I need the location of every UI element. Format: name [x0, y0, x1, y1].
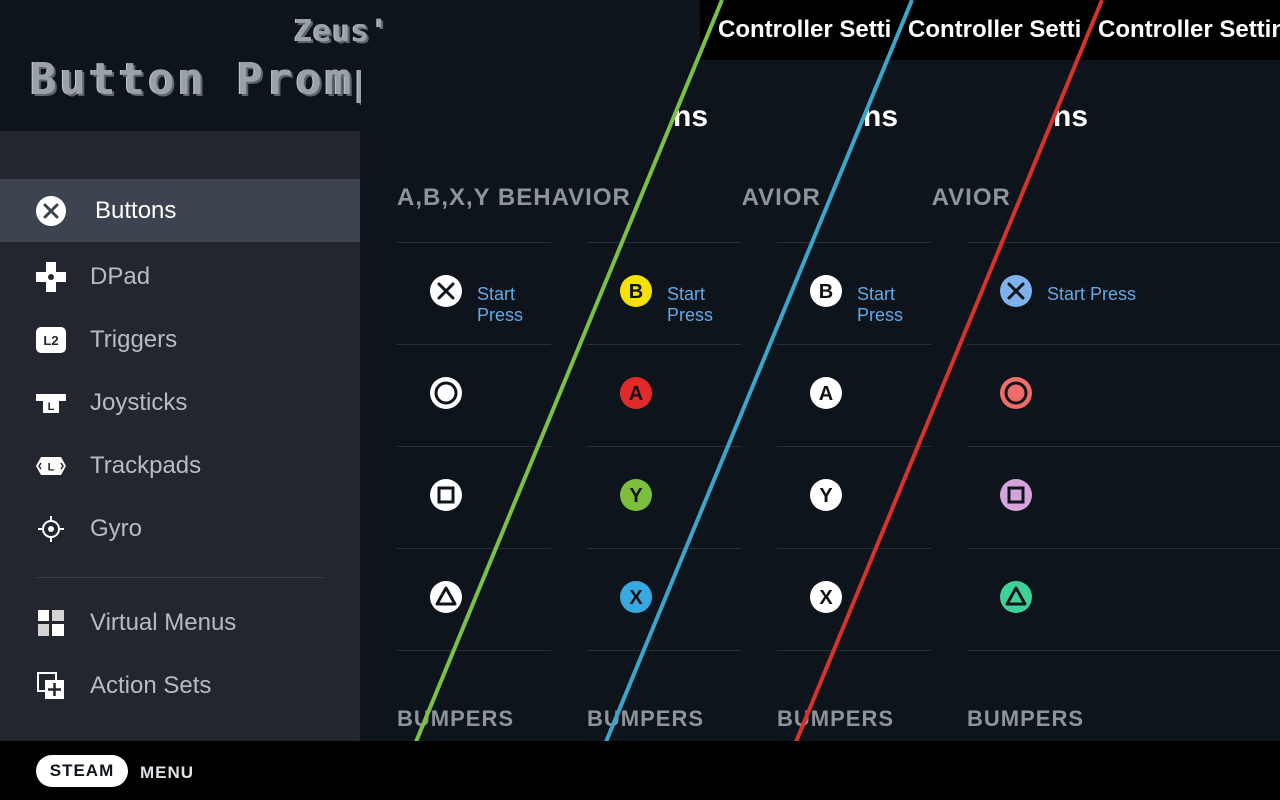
y-button-icon[interactable]: Y [809, 478, 843, 512]
start-press-label[interactable]: Start Press [1047, 284, 1136, 305]
section-header: A,B,X,Y BEHAVIOR [397, 184, 551, 211]
window-title-bar: Controller Settings [890, 0, 1100, 60]
sidebar-item-label: Action Sets [90, 671, 212, 699]
square-icon[interactable] [429, 478, 463, 512]
l-trackpad-icon: L [34, 449, 68, 483]
circle-icon[interactable] [429, 376, 463, 410]
dpad-icon [34, 260, 68, 294]
section-header: A,B,X,Y BEHAVIOR [931, 184, 1011, 211]
sidebar-item-virtual-menus[interactable]: Virtual Menus [0, 591, 360, 654]
sidebar-item-label: Joysticks [90, 388, 188, 416]
a-button-icon[interactable]: A [619, 376, 653, 410]
section-header: A,B,X,Y BEHAVIOR [741, 184, 821, 211]
sidebar: Buttons DPad L2 Triggers L Joysticks L T… [0, 131, 360, 741]
b-button-icon[interactable]: B [809, 274, 843, 308]
l-joystick-icon: L [34, 386, 68, 420]
svg-text:Y: Y [629, 485, 643, 507]
window-title: Controller Settings [908, 16, 1100, 43]
svg-text:Y: Y [819, 485, 833, 507]
sidebar-item-gyro[interactable]: Gyro [0, 497, 360, 560]
svg-text:B: B [629, 281, 643, 303]
sidebar-item-label: Trackpads [90, 451, 202, 479]
section-header: A,B,X,Y BEHAVIOR [551, 184, 631, 211]
window-title-bar: Controller Settings [700, 0, 910, 60]
triangle-icon[interactable] [429, 580, 463, 614]
svg-text:B: B [819, 281, 833, 303]
svg-text:L: L [48, 461, 55, 473]
cross-icon[interactable] [429, 274, 463, 308]
sidebar-item-trackpads[interactable]: L Trackpads [0, 434, 360, 497]
window-title: Controller Settings [718, 16, 910, 43]
bumpers-header: BUMPERS [397, 706, 515, 731]
svg-text:A: A [629, 383, 643, 405]
sidebar-item-label: Gyro [90, 514, 143, 542]
l2-trigger-icon: L2 [34, 323, 68, 357]
b-button-icon[interactable]: B [619, 274, 653, 308]
a-button-icon[interactable]: A [809, 376, 843, 410]
triangle-icon[interactable] [999, 580, 1033, 614]
gyro-icon [34, 512, 68, 546]
action-sets-icon [34, 669, 68, 703]
bumpers-header: BUMPERS [967, 706, 1085, 731]
grid-icon [34, 606, 68, 640]
sidebar-item-joysticks[interactable]: L Joysticks [0, 371, 360, 434]
title-small: Zeus' [294, 14, 390, 49]
sidebar-item-label: Virtual Menus [90, 608, 237, 636]
sidebar-item-label: Buttons [95, 196, 177, 224]
start-press-label[interactable]: Start Press [477, 284, 551, 326]
x-button-icon[interactable]: X [619, 580, 653, 614]
svg-text:L2: L2 [43, 333, 58, 348]
sidebar-item-triggers[interactable]: L2 Triggers [0, 308, 360, 371]
bottom-bar: STEAM MENU [0, 741, 1280, 800]
sidebar-item-label: DPad [90, 262, 151, 290]
svg-text:L: L [48, 401, 55, 413]
sidebar-item-label: Triggers [90, 325, 178, 353]
settings-pane-4: ns A,B,X,Y BEHAVIOR Start Press BUMPERS [931, 60, 1280, 741]
steam-button[interactable]: STEAM [36, 755, 128, 787]
cross-icon [34, 194, 68, 228]
settings-pane-3: ns A,B,X,Y BEHAVIOR B Start Press A Y X … [741, 60, 931, 741]
settings-pane-1: ns A,B,X,Y BEHAVIOR Start Press BUMPERS [361, 60, 551, 741]
sidebar-item-dpad[interactable]: DPad [0, 245, 360, 308]
bumpers-header: BUMPERS [777, 706, 895, 731]
sidebar-item-buttons[interactable]: Buttons [0, 179, 360, 242]
menu-label[interactable]: MENU [140, 763, 194, 783]
square-icon[interactable] [999, 478, 1033, 512]
start-press-label[interactable]: Start Press [857, 284, 931, 326]
sidebar-item-action-sets[interactable]: Action Sets [0, 654, 360, 717]
settings-pane-2: ns A,B,X,Y BEHAVIOR B Start Press A Y X … [551, 60, 741, 741]
circle-icon[interactable] [999, 376, 1033, 410]
pane-heading: ns [673, 100, 709, 133]
sidebar-divider [36, 577, 324, 578]
pane-heading: ns [1053, 100, 1089, 133]
window-title-bar: Controller Settings [1080, 0, 1280, 60]
svg-text:A: A [819, 383, 833, 405]
cross-icon[interactable] [999, 274, 1033, 308]
start-press-label[interactable]: Start Press [667, 284, 741, 326]
x-button-icon[interactable]: X [809, 580, 843, 614]
svg-text:X: X [629, 587, 643, 609]
pane-heading: ns [863, 100, 899, 133]
bumpers-header: BUMPERS [587, 706, 705, 731]
window-title: Controller Settings [1098, 16, 1280, 43]
svg-text:X: X [819, 587, 833, 609]
y-button-icon[interactable]: Y [619, 478, 653, 512]
